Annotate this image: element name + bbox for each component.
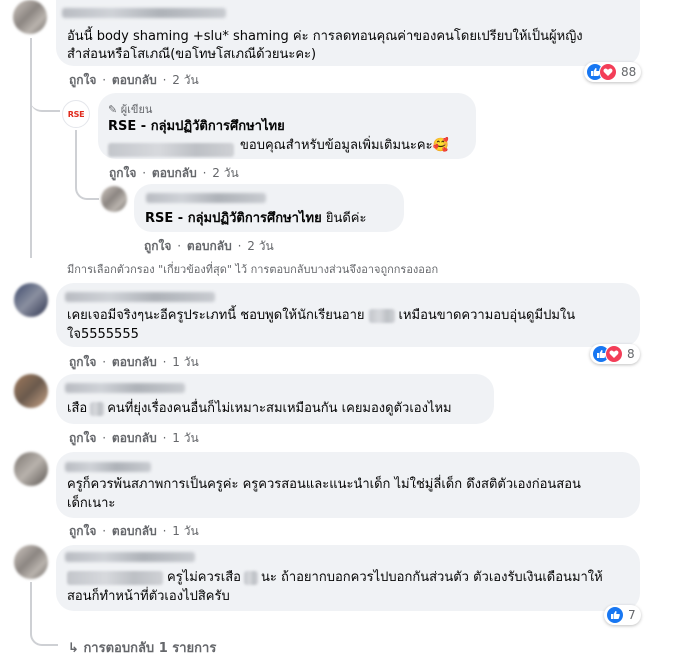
reply-text-line: RSE - กลุ่มปฏิวัติการศึกษาไทย ยินดีค่ะ [145,211,367,226]
redacted-word [90,401,105,416]
reply-text: ขอบคุณสำหรับข้อมูลเพิ่มเติมนะคะ🥰 [240,138,449,153]
rse-page-avatar[interactable]: RSE [62,100,90,128]
comment-actions: ถูกใจ · ตอบกลับ · 2 วัน [69,73,199,87]
comment-text-line: สอนก็ทำหน้าที่ตัวเองไปสิครับ [67,589,230,604]
comment-actions: ถูกใจ · ตอบกลับ · 1 วัน [69,355,199,369]
love-reaction-icon [605,345,623,363]
reaction-summary[interactable]: 8 [590,344,640,364]
comment-text-line: เสือ คนที่ยุ่งเรื่องคนอื่นก็ไม่เหมาะสมเหม… [67,401,452,416]
timestamp[interactable]: 1 วัน [172,355,198,369]
view-more-replies-link[interactable]: ↳ การตอบกลับ 1 รายการ [68,637,216,658]
thread-connector [30,92,60,112]
like-button[interactable]: ถูกใจ [69,355,96,369]
commenter-avatar[interactable] [14,452,48,486]
comment-text-line: ครูก็ควรพ้นสภาพการเป็นครูค่ะ ครูควรสอนแล… [67,477,581,492]
reaction-summary[interactable]: 7 [604,605,641,625]
timestamp[interactable]: 2 วัน [247,239,273,253]
timestamp[interactable]: 2 วัน [212,166,238,180]
mention-rse[interactable]: RSE - กลุ่มปฏิวัติการศึกษาไทย [145,211,322,226]
filter-notice: มีการเลือกตัวกรอง "เกี่ยวข้องที่สุด" ไว้… [67,263,439,276]
comment-text-line: เคยเจอมีจริงๆนะอีครูประเภทนี้ ชอบพูดให้น… [67,308,576,323]
reply-author-name[interactable]: RSE - กลุ่มปฏิวัติการศึกษาไทย [108,117,285,136]
thread-line [30,38,32,258]
love-reaction-icon [599,63,617,81]
timestamp[interactable]: 1 วัน [172,524,198,538]
comment-text-line: เด็กเนาะ [67,496,116,511]
thread-line [75,130,77,180]
reply-arrow-icon: ↳ [68,641,79,656]
like-button[interactable]: ถูกใจ [109,166,136,180]
comment-text-line: ใจ5555555 [67,327,139,342]
reply-actions: ถูกใจ · ตอบกลับ · 2 วัน [144,239,274,253]
comment-text-line: สำส่อนหรือโสเภณี(ขอโทษโสเภณีด้วยนะคะ) [67,47,317,62]
like-button[interactable]: ถูกใจ [144,239,171,253]
comment-text-line: อันนี้ body shaming +slu* shaming ค่ะ กา… [67,29,583,44]
rse-logo-text: RSE [67,109,85,119]
comment-actions: ถูกใจ · ตอบกลับ · 1 วัน [69,524,199,538]
reply-button[interactable]: ตอบกลับ [152,166,197,180]
timestamp[interactable]: 1 วัน [172,431,198,445]
like-button[interactable]: ถูกใจ [69,524,96,538]
replier-avatar[interactable] [101,186,127,212]
commenter-name-redacted[interactable] [65,383,185,393]
commenter-avatar[interactable] [14,283,48,317]
commenter-name-redacted[interactable] [65,292,215,302]
comment-text-line: ครูไม่ควรเสือ นะ ถ้าอยากบอกควรไปบอกกันส่ว… [67,568,603,587]
reaction-summary[interactable]: 88 [584,62,642,82]
author-badge: ✎ ผู้เขียน [108,103,153,116]
reaction-count: 88 [621,65,637,79]
like-button[interactable]: ถูกใจ [69,431,96,445]
reply-button[interactable]: ตอบกลับ [112,73,157,87]
commenter-avatar[interactable] [13,0,47,34]
reply-button[interactable]: ตอบกลับ [112,355,157,369]
reply-button[interactable]: ตอบกลับ [112,524,157,538]
thread-connector [75,178,99,200]
replier-name-redacted[interactable] [146,193,266,203]
thread-connector [30,582,58,646]
redacted-word [243,570,258,585]
commenter-name-redacted[interactable] [62,8,226,18]
commenter-avatar[interactable] [14,545,48,579]
timestamp[interactable]: 2 วัน [172,73,198,87]
commenter-name-redacted[interactable] [65,552,195,562]
commenter-name-redacted[interactable] [65,462,151,472]
redacted-word [368,308,395,323]
like-reaction-icon [606,606,624,624]
reaction-count: 8 [627,347,635,361]
comment-actions: ถูกใจ · ตอบกลับ · 1 วัน [69,431,199,445]
reply-actions: ถูกใจ · ตอบกลับ · 2 วัน [109,166,239,180]
mention-tag-redacted[interactable] [108,139,234,158]
reply-button[interactable]: ตอบกลับ [187,239,232,253]
mention-tag-redacted[interactable] [67,570,163,585]
commenter-avatar[interactable] [14,374,48,408]
reaction-count: 7 [628,608,636,622]
reply-button[interactable]: ตอบกลับ [112,431,157,445]
like-button[interactable]: ถูกใจ [69,73,96,87]
pencil-icon: ✎ [108,103,118,116]
